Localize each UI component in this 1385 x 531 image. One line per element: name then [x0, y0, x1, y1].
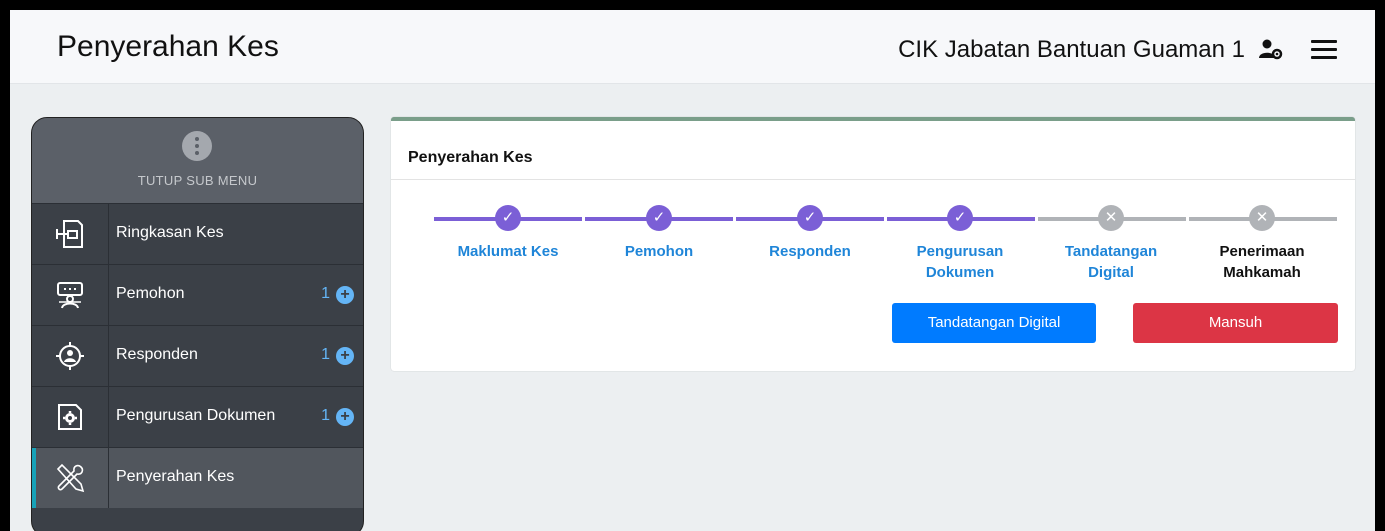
page-title: Penyerahan Kes — [57, 30, 279, 63]
sidebar-item-label: Ringkasan Kes — [116, 224, 224, 241]
step-penerimaan-mahkamah: Penerimaan Mahkamah — [1197, 241, 1327, 283]
more-vertical-icon[interactable] — [182, 131, 212, 161]
target-user-icon — [56, 342, 84, 370]
document-settings-icon — [58, 404, 82, 430]
hamburger-menu-icon[interactable] — [1311, 40, 1337, 60]
digital-signature-button[interactable]: Tandatangan Digital — [892, 303, 1096, 343]
step-pengurusan-dokumen[interactable]: Pengurusan Dokumen — [895, 241, 1025, 283]
sidebar-item-ringkasan-kes[interactable]: Ringkasan Kes — [32, 203, 363, 264]
check-icon: ✓ — [797, 205, 823, 231]
sidebar-item-label: Penyerahan Kes — [116, 468, 235, 485]
document-export-icon — [56, 220, 83, 248]
step-label: Digital — [1088, 264, 1134, 281]
user-settings-icon[interactable] — [1259, 38, 1283, 60]
sidebar-item-pengurusan-dokumen[interactable]: Pengurusan Dokumen 1 + — [32, 386, 363, 447]
user-name[interactable]: CIK Jabatan Bantuan Guaman 1 — [898, 36, 1245, 64]
step-pemohon[interactable]: Pemohon — [594, 241, 724, 262]
step-label: Dokumen — [925, 264, 995, 281]
sidebar-item-label: Pemohon — [116, 285, 185, 302]
top-header: Penyerahan Kes CIK Jabatan Bantuan Guama… — [10, 10, 1375, 84]
divider — [391, 179, 1355, 180]
panel-title: Penyerahan Kes — [408, 149, 533, 166]
step-maklumat-kes[interactable]: Maklumat Kes — [443, 241, 573, 262]
item-count: 1 — [321, 346, 330, 363]
sidebar-item-label: Responden — [116, 346, 198, 363]
close-submenu-toggle[interactable]: TUTUP SUB MENU — [32, 118, 363, 203]
app-window: Penyerahan Kes CIK Jabatan Bantuan Guama… — [10, 10, 1375, 531]
close-submenu-label: TUTUP SUB MENU — [137, 173, 258, 188]
sidebar-item-pemohon[interactable]: Pemohon 1 + — [32, 264, 363, 325]
step-label: Penerimaan — [1219, 243, 1305, 260]
step-responden[interactable]: Responden — [745, 241, 875, 262]
item-count: 1 — [321, 407, 330, 424]
sidebar: TUTUP SUB MENU Ringkasan Kes Pemohon 1 +… — [31, 117, 364, 531]
step-label: Tandatangan — [1064, 243, 1158, 260]
add-respondent-icon[interactable]: + — [336, 347, 354, 365]
check-icon: ✓ — [947, 205, 973, 231]
check-icon: ✓ — [495, 205, 521, 231]
cancel-case-button[interactable]: Mansuh — [1133, 303, 1338, 343]
cross-icon: ✕ — [1249, 205, 1275, 231]
sidebar-item-responden[interactable]: Responden 1 + — [32, 325, 363, 386]
case-submission-panel: Penyerahan Kes ✓ ✓ ✓ ✓ ✕ ✕ Maklumat Kes … — [391, 117, 1355, 371]
tools-icon — [56, 463, 85, 493]
item-count: 1 — [321, 285, 330, 302]
step-label: Pemohon — [624, 243, 694, 260]
sidebar-item-penyerahan-kes[interactable]: Penyerahan Kes — [32, 447, 363, 508]
step-label: Maklumat Kes — [457, 243, 559, 260]
step-label: Responden — [769, 243, 851, 260]
step-label: Mahkamah — [1223, 264, 1301, 281]
add-applicant-icon[interactable]: + — [336, 286, 354, 304]
sidebar-item-label: Pengurusan Dokumen — [116, 407, 276, 424]
check-icon: ✓ — [646, 205, 672, 231]
step-label: Pengurusan — [916, 243, 1004, 260]
step-tandatangan-digital[interactable]: Tandatangan Digital — [1046, 241, 1176, 283]
presenter-icon — [57, 282, 83, 309]
add-document-icon[interactable]: + — [336, 408, 354, 426]
cross-icon: ✕ — [1098, 205, 1124, 231]
